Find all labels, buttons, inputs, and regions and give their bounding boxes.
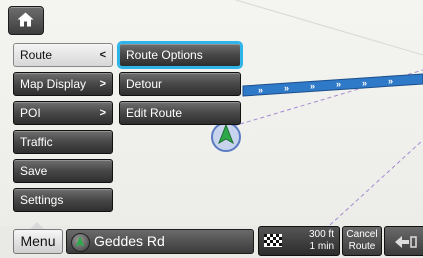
menu-item-label: POI	[20, 106, 41, 120]
menu-item-label: Settings	[20, 193, 64, 207]
checkered-flag-icon	[264, 234, 282, 247]
menu-button[interactable]: Menu	[13, 229, 63, 254]
menu-pointer-notch	[30, 222, 44, 229]
submenu-item-label: Route Options	[126, 48, 203, 62]
home-button[interactable]	[8, 6, 44, 35]
chevron-left-icon: <	[99, 49, 106, 61]
road-name: Geddes Rd	[94, 233, 165, 249]
submenu-edit-route[interactable]: Edit Route	[119, 101, 241, 125]
menu-item-label: Map Display	[20, 77, 87, 91]
cancel-label-line1: Cancel	[346, 229, 378, 240]
svg-text:»: »	[284, 83, 289, 93]
cancel-route-button[interactable]: Cancel Route	[342, 226, 382, 256]
menu-item-map-display[interactable]: Map Display >	[13, 72, 113, 96]
chevron-right-icon: >	[99, 107, 106, 119]
map-road-line-2	[329, 139, 423, 226]
submenu-detour[interactable]: Detour	[119, 72, 241, 96]
menu-item-traffic[interactable]: Traffic	[13, 130, 113, 154]
back-arrow-button[interactable]	[384, 226, 423, 256]
svg-text:»: »	[310, 81, 315, 91]
svg-text:»: »	[362, 78, 367, 88]
svg-text:»: »	[258, 85, 263, 95]
cancel-label-line2: Route	[348, 241, 376, 252]
menu-item-save[interactable]: Save	[13, 159, 113, 183]
next-turn-info[interactable]: 300 ft 1 min	[258, 226, 340, 256]
menu-item-label: Save	[20, 164, 48, 178]
menu-item-poi[interactable]: POI >	[13, 101, 113, 125]
submenu-item-label: Detour	[126, 77, 163, 91]
turn-distance: 300 ft	[308, 229, 334, 240]
compass-icon	[71, 233, 90, 252]
menu-item-label: Route	[20, 48, 53, 62]
submenu-route-options[interactable]: Route Options	[117, 41, 243, 69]
map-graphics: » » » » » »	[211, 0, 423, 226]
map-view[interactable]: » » » » » »	[0, 0, 423, 258]
arrow-left-icon	[395, 236, 417, 248]
route-line	[242, 73, 423, 97]
menu-item-label: Traffic	[20, 135, 53, 149]
current-road-display[interactable]: Geddes Rd	[66, 229, 254, 254]
menu-item-route[interactable]: Route <	[13, 43, 113, 67]
menu-item-settings[interactable]: Settings	[13, 188, 113, 212]
chevron-right-icon: >	[99, 78, 106, 90]
turn-time: 1 min	[309, 241, 334, 252]
svg-text:»: »	[388, 76, 393, 86]
home-icon	[17, 12, 34, 27]
svg-text:»: »	[336, 79, 341, 89]
map-road-line-3	[235, 0, 423, 56]
submenu-item-label: Edit Route	[126, 106, 183, 120]
